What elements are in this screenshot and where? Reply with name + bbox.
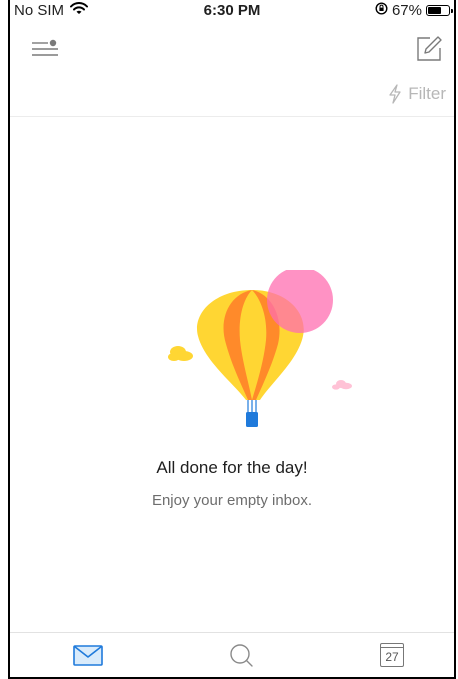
orientation-lock-icon [375, 2, 388, 19]
calendar-icon: 27 [380, 643, 404, 667]
compose-button[interactable] [414, 34, 444, 64]
filter-button[interactable]: Filter [388, 84, 446, 104]
app-window: No SIM 6:30 PM 67% Filter All done for t… [8, 0, 456, 679]
empty-subtitle: Enjoy your empty inbox. [151, 492, 313, 509]
status-right: 67% [375, 2, 453, 19]
lightning-icon [389, 84, 401, 104]
tab-bar: 27 [10, 632, 454, 679]
tab-calendar[interactable]: 27 [372, 641, 412, 671]
status-bar: No SIM 6:30 PM 67% [10, 0, 454, 22]
compose-icon [417, 36, 442, 61]
mail-icon [73, 645, 103, 666]
hot-air-balloon-illustration [168, 270, 352, 427]
menu-icon [32, 39, 58, 56]
cloud-right [332, 380, 352, 390]
sun-circle [267, 270, 333, 333]
search-icon [230, 644, 253, 667]
battery-icon [426, 5, 453, 16]
menu-button[interactable] [30, 38, 60, 60]
tab-search[interactable] [222, 641, 262, 671]
calendar-date: 27 [385, 650, 399, 664]
cloud-left [168, 346, 193, 361]
tab-mail[interactable] [68, 641, 108, 671]
battery-fill [428, 7, 441, 14]
battery-percent: 67% [391, 2, 422, 19]
empty-title: All done for the day! [156, 458, 308, 477]
empty-inbox: All done for the day! Enjoy your empty i… [10, 116, 454, 632]
mail-header: Filter [10, 26, 454, 117]
balloon-ropes [247, 400, 257, 412]
balloon-basket [246, 412, 258, 427]
filter-label: Filter [408, 84, 446, 103]
